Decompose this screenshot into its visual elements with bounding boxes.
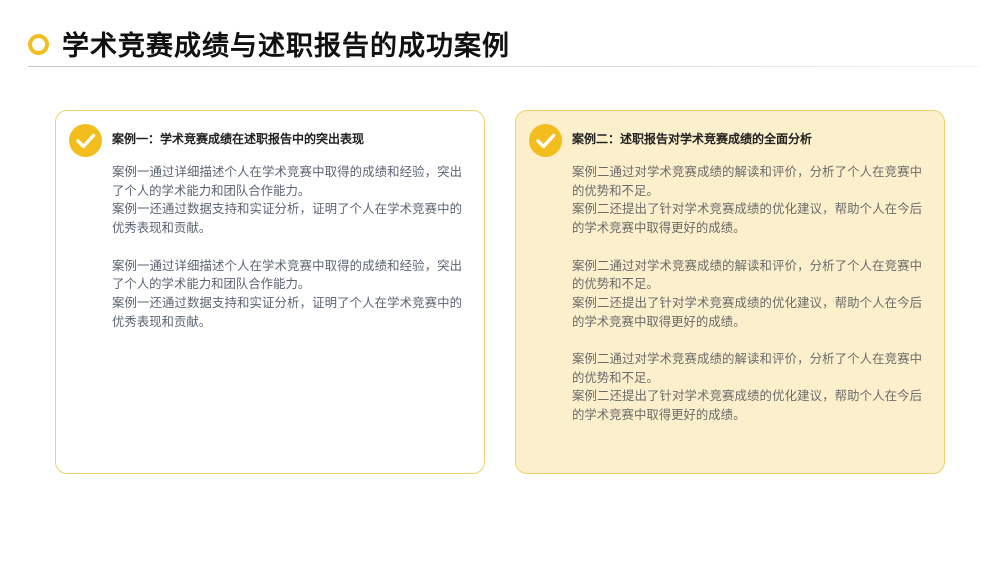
card-title: 案例二：述职报告对学术竞赛成绩的全面分析 xyxy=(572,132,813,146)
check-icon xyxy=(69,124,102,157)
paragraph: 案例二通过对学术竞赛成绩的解读和评价，分析了个人在竞赛中的优势和不足。 xyxy=(572,351,922,385)
paragraph: 案例二还提出了针对学术竞赛成绩的优化建议，帮助个人在今后的学术竞赛中取得更好的成… xyxy=(572,201,922,236)
paragraph: 案例二通过对学术竞赛成绩的解读和评价，分析了个人在竞赛中的优势和不足。 xyxy=(572,164,922,198)
card-body: 案例一通过详细描述个人在学术竞赛中取得的成绩和经验，突出了个人的学术能力和团队合… xyxy=(112,163,462,331)
paragraph: 案例二还提出了针对学术竞赛成绩的优化建议，帮助个人在今后的学术竞赛中取得更好的成… xyxy=(572,388,922,423)
paragraph: 案例二还提出了针对学术竞赛成绩的优化建议，帮助个人在今后的学术竞赛中取得更好的成… xyxy=(572,294,922,329)
paragraph: 案例一还通过数据支持和实证分析，证明了个人在学术竞赛中的优秀表现和贡献。 xyxy=(112,201,462,236)
case-card-1: 案例一：学术竞赛成绩在述职报告中的突出表现 案例一通过详细描述个人在学术竞赛中取… xyxy=(55,110,485,474)
card-body: 案例二通过对学术竞赛成绩的解读和评价，分析了个人在竞赛中的优势和不足。 案例二还… xyxy=(572,163,922,425)
paragraph: 案例一通过详细描述个人在学术竞赛中取得的成绩和经验，突出了个人的学术能力和团队合… xyxy=(112,164,462,198)
title-bar: 学术竞赛成绩与述职报告的成功案例 xyxy=(28,22,980,66)
page-title: 学术竞赛成绩与述职报告的成功案例 xyxy=(62,31,510,62)
title-divider xyxy=(28,66,980,67)
paragraph: 案例二通过对学术竞赛成绩的解读和评价，分析了个人在竞赛中的优势和不足。 xyxy=(572,257,922,292)
ring-bullet-icon xyxy=(28,34,49,55)
case-card-2: 案例二：述职报告对学术竞赛成绩的全面分析 案例二通过对学术竞赛成绩的解读和评价，… xyxy=(515,110,945,474)
paragraph: 案例一还通过数据支持和实证分析，证明了个人在学术竞赛中的优秀表现和贡献。 xyxy=(112,294,462,329)
card-title: 案例一：学术竞赛成绩在述职报告中的突出表现 xyxy=(112,132,365,146)
paragraph: 案例一通过详细描述个人在学术竞赛中取得的成绩和经验，突出了个人的学术能力和团队合… xyxy=(112,257,462,292)
check-icon xyxy=(529,124,562,157)
